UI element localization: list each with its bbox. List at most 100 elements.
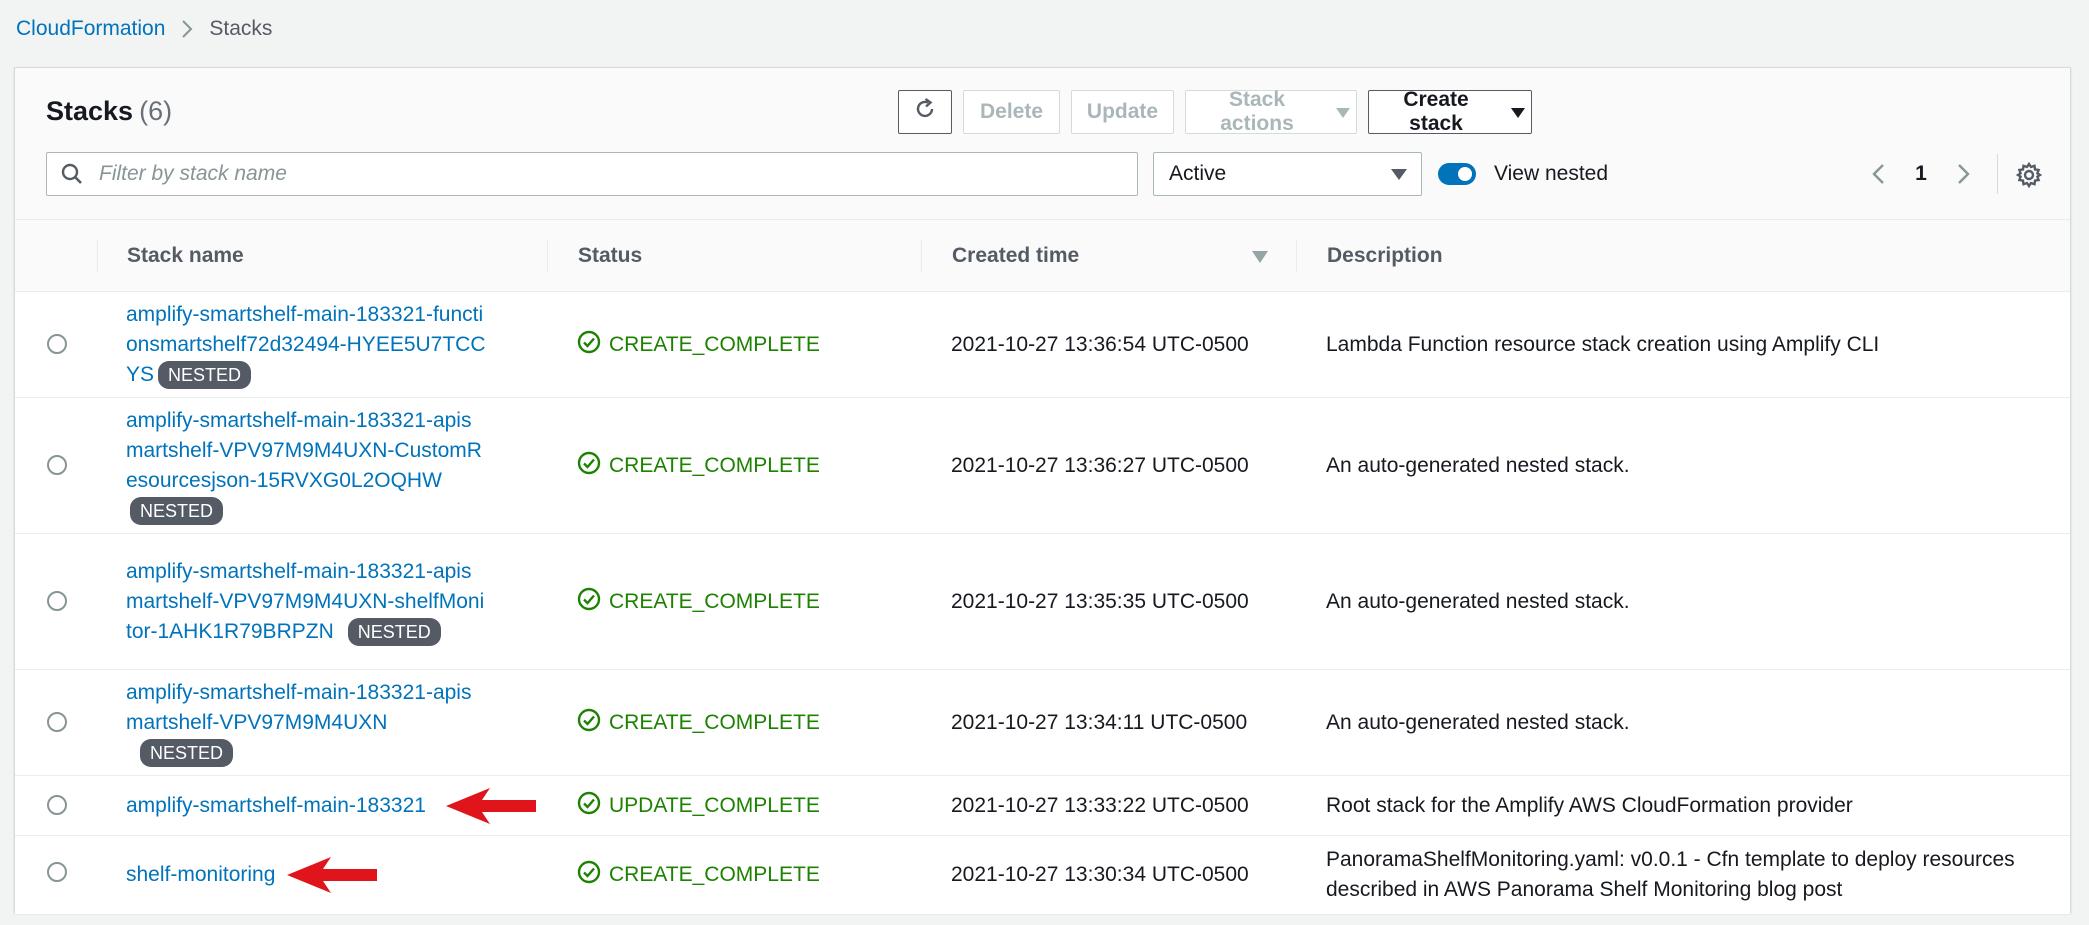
stack-name-link[interactable]: amplify-smartshelf-main-183321-apismarts… bbox=[126, 409, 482, 492]
update-button[interactable]: Update bbox=[1071, 90, 1174, 134]
next-page-button[interactable] bbox=[1941, 163, 1987, 185]
status-cell: UPDATE_COMPLETE bbox=[577, 776, 820, 835]
current-page-number[interactable]: 1 bbox=[1901, 162, 1941, 186]
table-header: Stack name Status Created time Descripti… bbox=[15, 220, 2070, 292]
description-cell: An auto-generated nested stack. bbox=[1326, 710, 1630, 734]
breadcrumb-cloudformation-link[interactable]: CloudFormation bbox=[16, 17, 165, 41]
check-circle-icon bbox=[577, 451, 601, 481]
view-nested-toggle[interactable] bbox=[1438, 163, 1476, 185]
breadcrumb-current: Stacks bbox=[209, 17, 273, 40]
stack-search-box[interactable] bbox=[46, 152, 1138, 196]
sort-descending-icon[interactable] bbox=[1252, 250, 1268, 268]
table-row[interactable]: amplify-smartshelf-main-183321-apismarts… bbox=[15, 534, 2070, 670]
check-circle-icon bbox=[577, 860, 601, 890]
refresh-icon bbox=[913, 97, 937, 127]
stack-name-cell: amplify-smartshelf-main-183321-functions… bbox=[126, 292, 486, 397]
row-select-radio[interactable] bbox=[47, 712, 67, 732]
created-time-cell: 2021-10-27 13:36:54 UTC-0500 bbox=[951, 332, 1249, 356]
search-input[interactable] bbox=[97, 161, 1117, 187]
description-cell: An auto-generated nested stack. bbox=[1326, 589, 1630, 613]
search-icon bbox=[47, 163, 97, 185]
column-header-description[interactable]: Description bbox=[1327, 220, 1443, 292]
check-circle-icon bbox=[577, 587, 601, 617]
status-cell: CREATE_COMPLETE bbox=[577, 534, 820, 669]
page-title: Stacks (6) bbox=[46, 96, 172, 127]
row-select-radio[interactable] bbox=[47, 455, 67, 475]
column-header-status[interactable]: Status bbox=[578, 220, 642, 292]
breadcrumb: CloudFormation Stacks bbox=[16, 14, 272, 44]
row-select-radio[interactable] bbox=[47, 334, 67, 354]
status-filter-value: Active bbox=[1169, 162, 1227, 185]
status-text: CREATE_COMPLETE bbox=[609, 863, 820, 886]
chevron-left-icon bbox=[1872, 164, 1884, 184]
table-row[interactable]: amplify-smartshelf-main-183321-apismarts… bbox=[15, 670, 2070, 776]
check-circle-icon bbox=[577, 791, 601, 821]
red-arrow-annotation-icon bbox=[445, 787, 536, 824]
description-cell: Lambda Function resource stack creation … bbox=[1326, 332, 1880, 356]
created-time-cell: 2021-10-27 13:34:11 UTC-0500 bbox=[951, 710, 1248, 734]
table-row[interactable]: amplify-smartshelf-main-183321-apismarts… bbox=[15, 398, 2070, 534]
column-header-created-time[interactable]: Created time bbox=[952, 220, 1079, 292]
status-filter-select[interactable]: Active bbox=[1153, 152, 1422, 196]
row-select-radio[interactable] bbox=[47, 591, 67, 611]
caret-down-icon bbox=[1391, 162, 1407, 186]
toggle-knob bbox=[1458, 167, 1472, 181]
stack-actions-label: Stack actions bbox=[1220, 88, 1294, 135]
stack-name-cell: shelf-monitoring bbox=[126, 836, 378, 914]
nested-badge: NESTED bbox=[130, 496, 224, 525]
check-circle-icon bbox=[577, 330, 601, 360]
status-text: CREATE_COMPLETE bbox=[609, 453, 820, 477]
description-cell: Root stack for the Amplify AWS CloudForm… bbox=[1326, 793, 1853, 817]
refresh-button[interactable] bbox=[898, 90, 952, 134]
stack-name-link[interactable]: amplify-smartshelf-main-183321-apismarts… bbox=[126, 681, 471, 734]
row-select-radio[interactable] bbox=[47, 795, 67, 815]
stack-count: (6) bbox=[139, 96, 173, 126]
stack-name-cell: amplify-smartshelf-main-183321-apismarts… bbox=[126, 398, 486, 533]
pager-divider bbox=[1997, 154, 1998, 194]
column-header-stack-name[interactable]: Stack name bbox=[127, 220, 244, 292]
view-nested-toggle-group: View nested bbox=[1438, 158, 1608, 190]
description-cell: PanoramaShelfMonitoring.yaml: v0.0.1 - C… bbox=[1326, 848, 2015, 901]
status-cell: CREATE_COMPLETE bbox=[577, 836, 820, 914]
stack-name-cell: amplify-smartshelf-main-183321-apismarts… bbox=[126, 670, 486, 775]
delete-button[interactable]: Delete bbox=[963, 90, 1060, 134]
status-text: CREATE_COMPLETE bbox=[609, 710, 820, 734]
status-cell: CREATE_COMPLETE bbox=[577, 670, 820, 775]
stacks-panel: Stacks (6) Delete Update Stack actions Cr… bbox=[14, 67, 2071, 914]
stack-name-cell: amplify-smartshelf-main-183321-apismarts… bbox=[126, 534, 486, 669]
status-text: CREATE_COMPLETE bbox=[609, 589, 820, 613]
status-cell: CREATE_COMPLETE bbox=[577, 292, 820, 397]
status-text: CREATE_COMPLETE bbox=[609, 332, 820, 356]
stack-name-link[interactable]: shelf-monitoring bbox=[126, 860, 275, 890]
nested-badge: NESTED bbox=[347, 617, 441, 646]
caret-down-icon bbox=[1336, 100, 1350, 124]
gear-icon[interactable] bbox=[2014, 160, 2044, 190]
check-circle-icon bbox=[577, 708, 601, 738]
created-time-cell: 2021-10-27 13:30:34 UTC-0500 bbox=[951, 863, 1249, 886]
panel-header: Stacks (6) Delete Update Stack actions Cr… bbox=[15, 68, 2070, 220]
column-divider bbox=[1296, 240, 1297, 272]
create-stack-button[interactable]: Create stack bbox=[1368, 88, 1532, 135]
column-divider bbox=[97, 240, 98, 272]
created-time-cell: 2021-10-27 13:35:35 UTC-0500 bbox=[951, 589, 1249, 613]
stack-actions-button[interactable]: Stack actions bbox=[1185, 88, 1357, 135]
column-divider bbox=[921, 240, 922, 272]
nested-badge: NESTED bbox=[140, 738, 234, 767]
created-time-cell: 2021-10-27 13:36:27 UTC-0500 bbox=[951, 453, 1249, 477]
description-cell: An auto-generated nested stack. bbox=[1326, 453, 1630, 477]
create-stack-label: Create stack bbox=[1403, 88, 1469, 135]
column-divider bbox=[547, 240, 548, 272]
status-text: UPDATE_COMPLETE bbox=[609, 793, 820, 817]
table-row[interactable]: shelf-monitoring CREATE_COMPLETE 2021-10… bbox=[15, 836, 2070, 914]
row-select-radio[interactable] bbox=[47, 862, 67, 882]
caret-down-icon bbox=[1511, 100, 1525, 124]
status-cell: CREATE_COMPLETE bbox=[577, 398, 820, 533]
page-title-text: Stacks bbox=[46, 96, 134, 126]
table-row[interactable]: amplify-smartshelf-main-183321-functions… bbox=[15, 292, 2070, 398]
stack-name-cell: amplify-smartshelf-main-183321 bbox=[126, 776, 536, 835]
previous-page-button[interactable] bbox=[1855, 163, 1901, 185]
table-row[interactable]: amplify-smartshelf-main-183321 UPDATE_CO… bbox=[15, 776, 2070, 836]
view-nested-label: View nested bbox=[1494, 162, 1609, 185]
stack-name-link[interactable]: amplify-smartshelf-main-183321 bbox=[126, 791, 426, 821]
pagination: 1 bbox=[1855, 156, 1987, 192]
